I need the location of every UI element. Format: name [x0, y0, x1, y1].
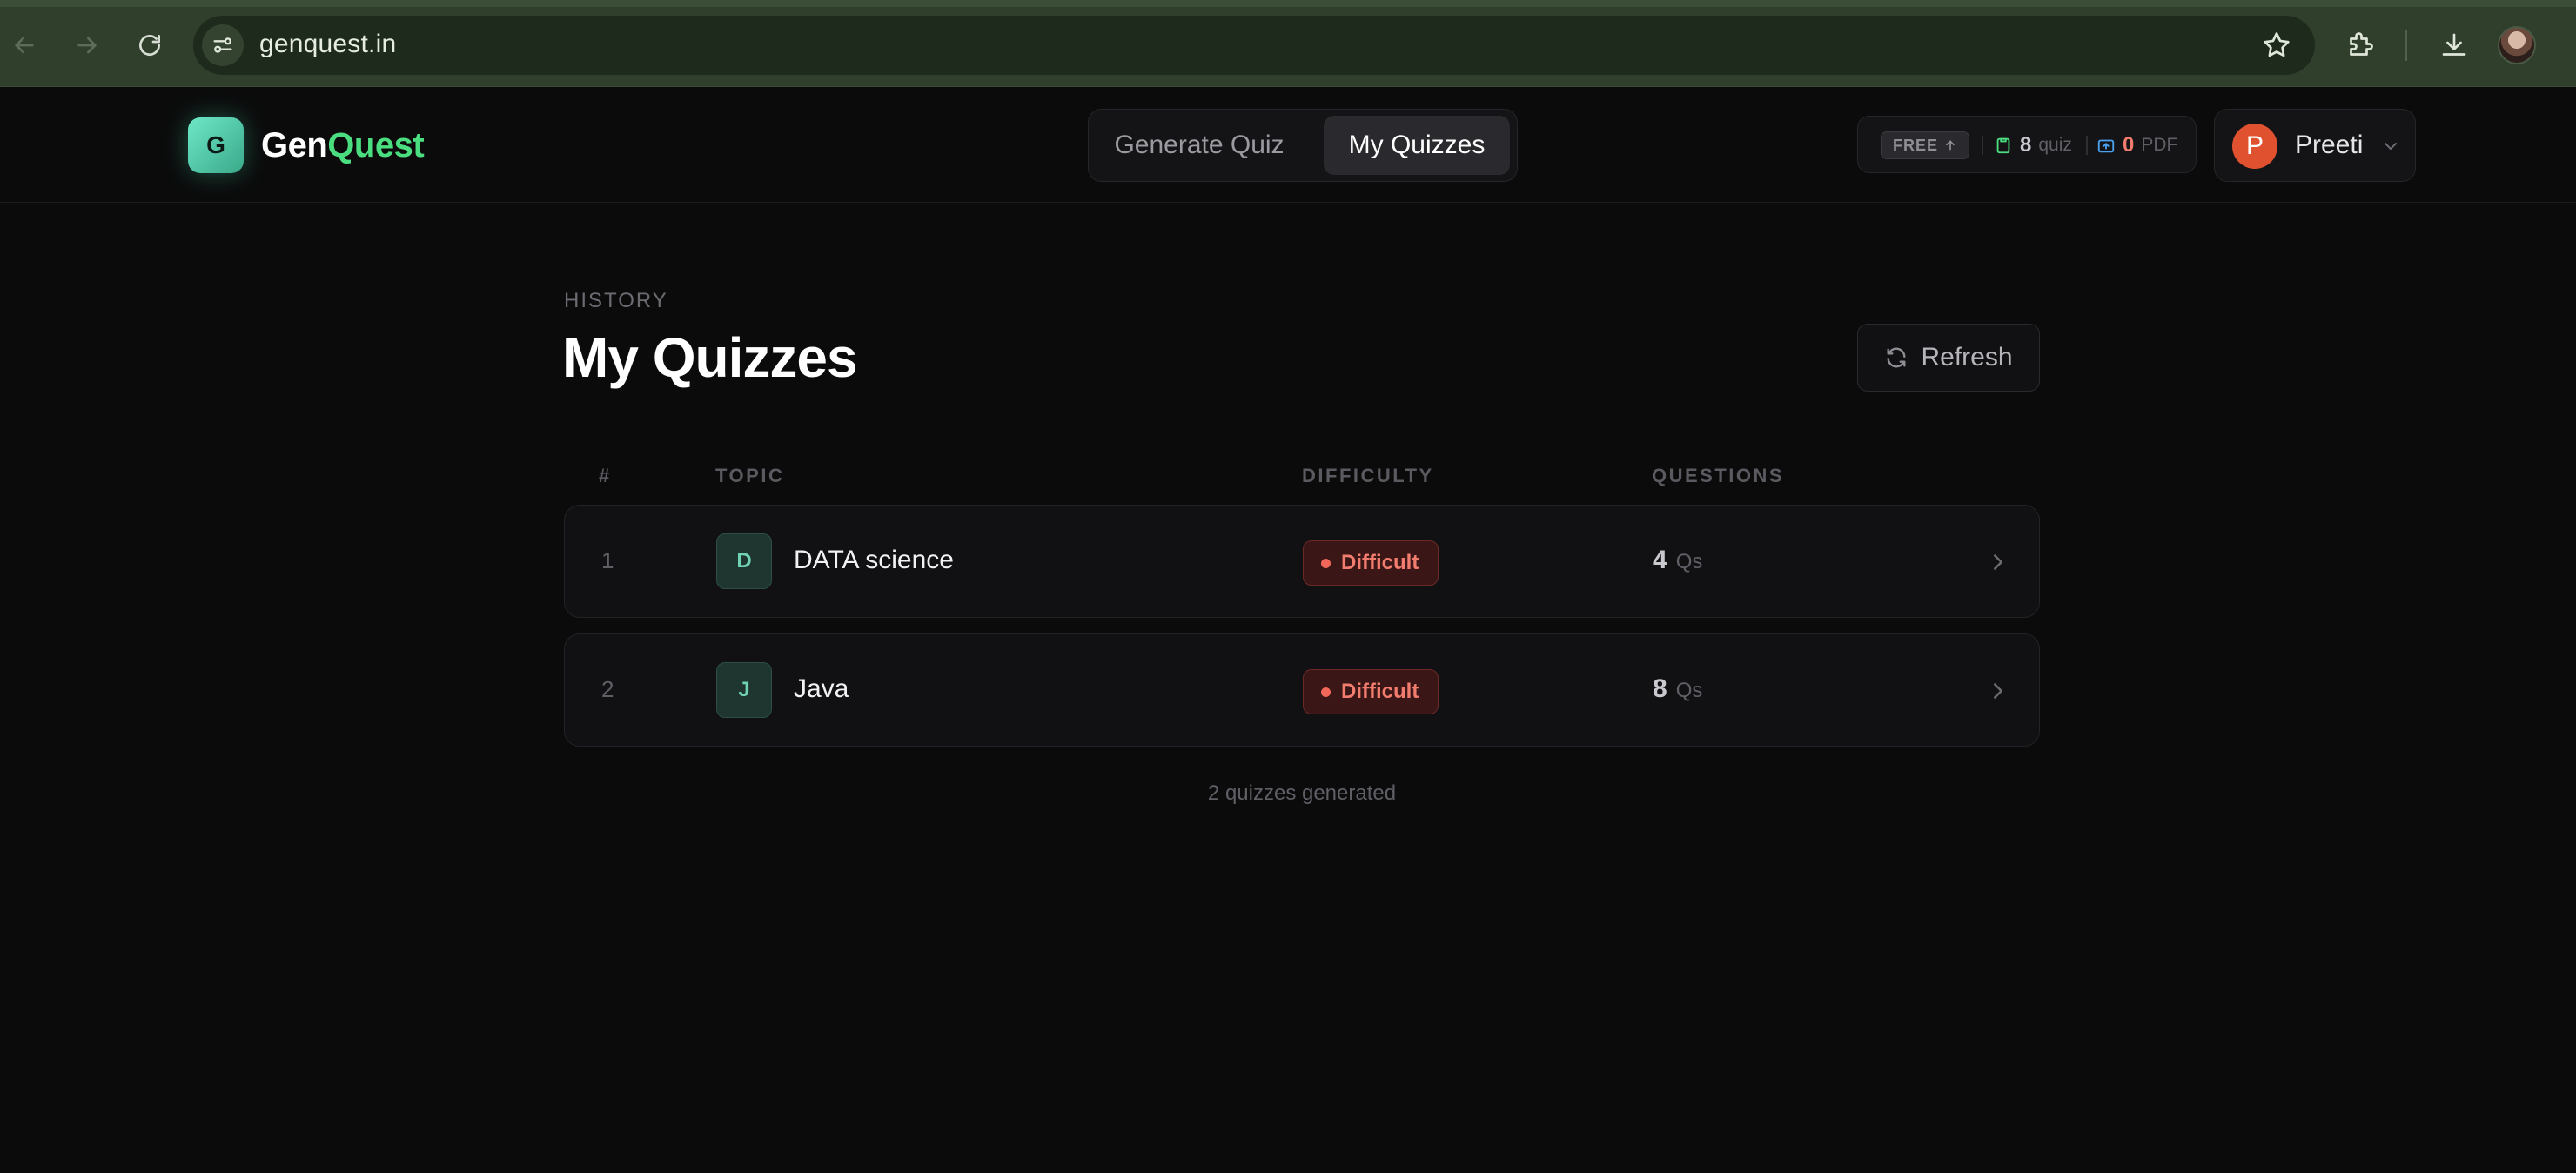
- chevron-right-icon[interactable]: [1985, 549, 2011, 575]
- app-header: G GenQuest Generate Quiz My Quizzes FREE…: [0, 88, 2576, 203]
- usage-divider: [2086, 136, 2088, 155]
- address-bar[interactable]: genquest.in: [193, 16, 2315, 75]
- quiz-count: 8: [2020, 133, 2032, 157]
- toolbar-divider: [2405, 30, 2407, 61]
- difficulty-badge: Difficult: [1303, 669, 1439, 714]
- back-arrow-icon[interactable]: [5, 26, 44, 64]
- browser-toolbar: genquest.in: [0, 0, 2576, 87]
- table-row[interactable]: 1 D DATA science Difficult 4 Qs: [564, 505, 2040, 618]
- clipboard-icon: [1996, 137, 2010, 154]
- quiz-usage: 8 quiz: [1994, 132, 2072, 158]
- bookmark-star-icon[interactable]: [2261, 30, 2292, 61]
- topic-initial-badge: D: [716, 533, 772, 589]
- logo-wordmark[interactable]: GenQuest: [261, 126, 425, 165]
- question-number: 8: [1653, 674, 1667, 703]
- quiz-count-summary: 2 quizzes generated: [1207, 781, 1397, 805]
- tab-my-quizzes[interactable]: My Quizzes: [1324, 116, 1510, 175]
- question-count: 4 Qs: [1653, 546, 1702, 575]
- browser-profile-avatar[interactable]: [2498, 26, 2536, 64]
- usage-summary: FREE 8 quiz 0 PDF: [1857, 116, 2197, 173]
- difficulty-label: Difficult: [1341, 551, 1419, 574]
- usage-divider: [1982, 136, 1983, 155]
- upload-box-icon: [2097, 139, 2115, 153]
- reload-icon[interactable]: [131, 26, 169, 64]
- difficulty-dot-icon: [1321, 558, 1331, 568]
- logo-letter: G: [206, 131, 225, 158]
- plan-badge[interactable]: FREE: [1881, 131, 1969, 159]
- difficulty-dot-icon: [1321, 687, 1331, 697]
- row-index: 1: [601, 547, 614, 573]
- chevron-down-icon: [2385, 143, 2397, 150]
- row-index: 2: [601, 676, 614, 702]
- question-number: 4: [1653, 546, 1667, 574]
- quiz-unit: quiz: [2038, 135, 2072, 155]
- logo-icon[interactable]: G: [188, 117, 244, 173]
- pdf-unit: PDF: [2141, 135, 2178, 155]
- chevron-right-icon[interactable]: [1985, 678, 2011, 704]
- page-title: My Quizzes: [562, 326, 858, 389]
- avatar: P: [2232, 124, 2277, 169]
- logo-text-quest: Quest: [327, 126, 425, 164]
- topic-name: DATA science: [794, 546, 954, 574]
- pdf-usage: 0 PDF: [2096, 132, 2177, 158]
- user-menu-button[interactable]: P Preeti: [2214, 109, 2416, 182]
- question-unit: Qs: [1675, 679, 1703, 702]
- difficulty-label: Difficult: [1341, 680, 1419, 703]
- pdf-count: 0: [2123, 133, 2135, 157]
- topic-name: Java: [794, 674, 849, 703]
- main-nav-tabs: Generate Quiz My Quizzes: [1088, 109, 1518, 182]
- difficulty-badge: Difficult: [1303, 540, 1439, 586]
- question-count: 8 Qs: [1653, 674, 1702, 704]
- user-name: Preeti: [2295, 131, 2364, 159]
- tab-generate-quiz[interactable]: Generate Quiz: [1097, 116, 1301, 175]
- column-header-questions: QUESTIONS: [1652, 465, 1785, 486]
- site-info-icon[interactable]: [202, 24, 244, 66]
- table-row[interactable]: 2 J Java Difficult 8 Qs: [564, 633, 2040, 747]
- refresh-label: Refresh: [1921, 343, 2013, 372]
- browser-tab-strip: [0, 0, 2576, 7]
- column-header-topic: TOPIC: [715, 465, 785, 486]
- section-eyebrow: HISTORY: [564, 289, 668, 312]
- extensions-icon[interactable]: [2341, 26, 2379, 64]
- download-icon[interactable]: [2435, 26, 2473, 64]
- plan-label: FREE: [1892, 136, 1938, 154]
- refresh-icon: [1887, 347, 1906, 368]
- forward-arrow-icon[interactable]: [68, 26, 106, 64]
- refresh-button[interactable]: Refresh: [1857, 324, 2040, 392]
- logo-text-gen: Gen: [261, 126, 328, 164]
- topic-initial-badge: J: [716, 662, 772, 718]
- column-header-difficulty: DIFFICULTY: [1302, 465, 1434, 486]
- question-unit: Qs: [1675, 550, 1703, 573]
- upgrade-arrow-icon: [1946, 140, 1955, 151]
- column-header-index: #: [599, 465, 612, 486]
- url-text[interactable]: genquest.in: [259, 30, 396, 59]
